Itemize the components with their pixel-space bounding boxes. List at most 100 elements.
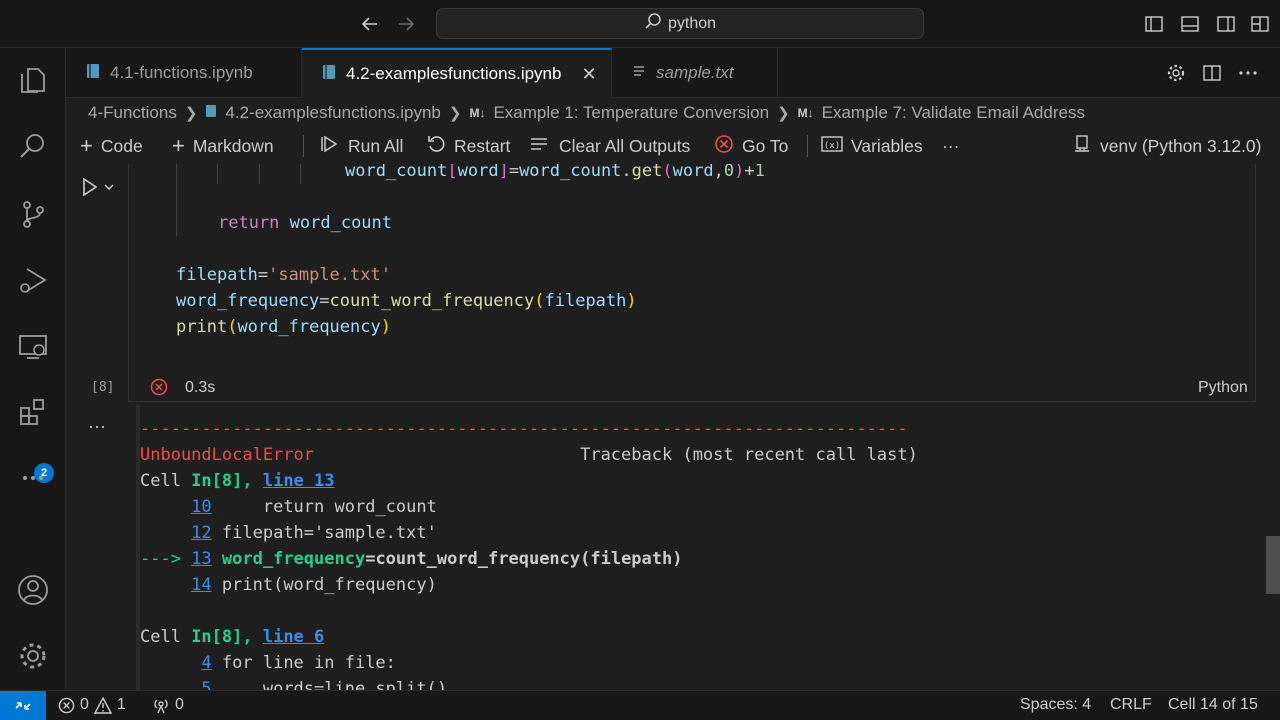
plus-icon: +: [80, 133, 93, 158]
breadcrumb-section-2[interactable]: Example 7: Validate Email Address: [822, 103, 1085, 123]
customize-layout-icon[interactable]: [1248, 12, 1272, 36]
line-number-link[interactable]: 12: [191, 523, 211, 543]
more-views-icon[interactable]: [0, 454, 66, 502]
explorer-icon[interactable]: [0, 56, 66, 104]
variables-button[interactable]: (x) Variables: [821, 132, 923, 160]
remote-indicator[interactable]: [0, 691, 46, 720]
variables-label: Variables: [851, 135, 923, 156]
toggle-panel-icon[interactable]: [1178, 12, 1202, 36]
tab-label: 4.1-functions.ipynb: [110, 63, 253, 82]
restart-label: Restart: [454, 135, 511, 156]
more-actions-icon[interactable]: [1236, 61, 1260, 85]
line-number-link[interactable]: 10: [191, 497, 211, 517]
error-circle-icon: [714, 134, 734, 159]
output-more-actions-icon[interactable]: ···: [88, 416, 106, 437]
error-status-icon: [150, 378, 168, 396]
warning-icon: [93, 696, 112, 714]
execution-count: [8]: [91, 380, 115, 395]
plus-icon: +: [172, 133, 185, 158]
kernel-icon: [1072, 134, 1092, 159]
ports-indicator[interactable]: 0: [152, 696, 184, 714]
more-toolbar-button[interactable]: ···: [942, 132, 959, 160]
tab-4-1-functions[interactable]: 4.1-functions.ipynb: [66, 48, 302, 98]
search-view-icon[interactable]: [0, 122, 66, 170]
toolbar-divider: [807, 135, 808, 157]
status-bar: 0 1 0 Spaces: 4 CRLF Cell 14 of 15: [0, 690, 1280, 720]
split-editor-icon[interactable]: [1200, 61, 1224, 85]
kernel-picker-button[interactable]: venv (Python 3.12.0): [1072, 132, 1261, 160]
output-line: 5 words=line.split(): [140, 679, 447, 690]
toggle-secondary-sidebar-icon[interactable]: [1214, 12, 1238, 36]
add-code-cell-button[interactable]: + Code: [80, 132, 143, 160]
line-number-link[interactable]: 13: [191, 549, 211, 569]
run-cell-button[interactable]: [82, 176, 122, 198]
breadcrumb-file[interactable]: 4.2-examplesfunctions.ipynb: [225, 103, 440, 123]
error-icon: [58, 697, 75, 713]
execution-time: 0.3s: [185, 379, 216, 396]
command-center-search[interactable]: python: [436, 8, 924, 39]
notebook-cell-area: word_count[word]=word_count.get(word,0)+…: [66, 164, 1266, 690]
restart-icon: [426, 134, 446, 159]
tab-sample-txt[interactable]: sample.txt: [612, 48, 778, 98]
kernel-label: venv (Python 3.12.0): [1100, 135, 1262, 156]
breadcrumb-folder[interactable]: 4-Functions: [88, 103, 177, 123]
line-number-link[interactable]: 5: [201, 679, 211, 690]
chevron-right-icon: ❯: [448, 105, 462, 122]
accounts-icon[interactable]: [0, 566, 66, 614]
code-cell-editor[interactable]: word_count[word]=word_count.get(word,0)+…: [128, 164, 1256, 402]
output-line: 14 print(word_frequency): [191, 575, 437, 595]
clear-all-label: Clear All Outputs: [559, 135, 691, 156]
indent-guide: [176, 164, 177, 236]
output-line: 10 return word_count: [191, 497, 437, 517]
manage-gear-icon[interactable]: [0, 632, 66, 680]
indentation-indicator[interactable]: Spaces: 4: [1020, 696, 1091, 714]
line-number-link[interactable]: 4: [201, 653, 211, 673]
restart-button[interactable]: Restart: [426, 132, 510, 160]
markdown-icon: M↓: [469, 106, 486, 120]
notebook-file-icon: [322, 64, 336, 85]
tab-4-2-examplesfunctions[interactable]: 4.2-examplesfunctions.ipynb ✕: [302, 48, 612, 98]
code-line: filepath='sample.txt': [176, 265, 391, 285]
add-markdown-cell-button[interactable]: + Markdown: [172, 132, 274, 160]
toggle-primary-sidebar-icon[interactable]: [1142, 12, 1166, 36]
line-number-link[interactable]: 14: [191, 575, 211, 595]
go-to-button[interactable]: Go To: [714, 132, 788, 160]
run-all-icon: [320, 134, 340, 159]
clear-all-outputs-button[interactable]: Clear All Outputs: [529, 132, 690, 160]
error-count: 0: [80, 696, 89, 713]
cell-position-label: Cell 14 of 15: [1168, 696, 1258, 713]
traceback-link[interactable]: line 6: [263, 627, 324, 647]
cell-position-indicator[interactable]: Cell 14 of 15: [1168, 696, 1258, 714]
traceback-link[interactable]: line 13: [263, 471, 335, 491]
output-line: Cell In[8], line 13: [140, 471, 335, 491]
search-icon: [644, 12, 662, 35]
breadcrumb-section-1[interactable]: Example 1: Temperature Conversion: [493, 103, 769, 123]
close-tab-icon[interactable]: ✕: [581, 64, 596, 85]
code-line: print(word_frequency): [176, 317, 391, 337]
toolbar-divider: [303, 135, 304, 157]
run-debug-icon[interactable]: [0, 256, 66, 304]
problems-indicator[interactable]: 0 1: [58, 696, 126, 714]
source-control-icon[interactable]: [0, 190, 66, 238]
indent-guide: [217, 164, 218, 184]
editor-scrollbar-thumb[interactable]: [1266, 536, 1280, 594]
search-text: python: [667, 14, 717, 32]
eol-label: CRLF: [1110, 696, 1152, 713]
run-all-button[interactable]: Run All: [320, 132, 403, 160]
forward-arrow-icon[interactable]: [394, 12, 418, 36]
extensions-icon[interactable]: [0, 388, 66, 436]
clear-all-icon: [529, 134, 551, 159]
notebook-settings-gear-icon[interactable]: [1164, 61, 1188, 85]
cell-language[interactable]: Python: [1198, 379, 1248, 397]
eol-indicator[interactable]: CRLF: [1110, 696, 1152, 714]
notebook-toolbar: + Code + Markdown Run All Restart Clear …: [66, 128, 1280, 164]
tab-label: 4.2-examplesfunctions.ipynb: [346, 64, 562, 83]
title-bar: python: [0, 0, 1280, 48]
ports-count: 0: [175, 696, 184, 713]
more-label: ···: [942, 135, 960, 156]
output-line: 4 for line in file:: [201, 653, 396, 673]
back-arrow-icon[interactable]: [358, 12, 382, 36]
remote-explorer-icon[interactable]: [0, 322, 66, 370]
tab-label: sample.txt: [656, 63, 734, 82]
indentation-label: Spaces: 4: [1020, 696, 1092, 713]
